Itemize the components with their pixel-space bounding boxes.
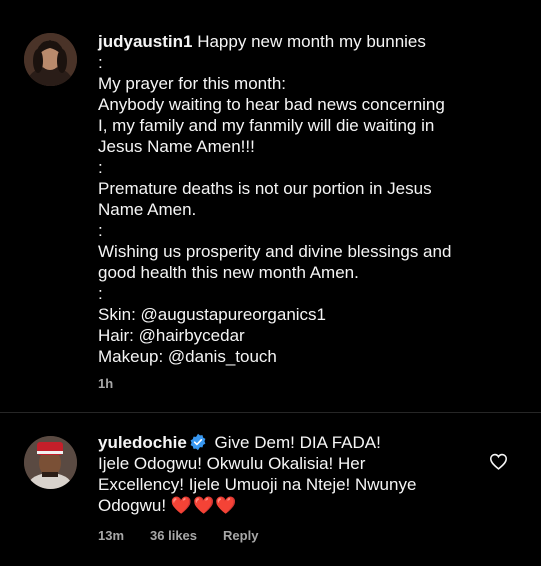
profile-photo-icon [24,33,77,86]
post-timestamp[interactable]: 1h [98,376,113,391]
post-caption: judyaustin1 Happy new month my bunnies :… [98,31,518,367]
caption-line: Premature deaths is not our portion in J… [98,179,432,198]
caption-text: Happy new month my bunnies [197,32,426,51]
comment-body: yuledochie Give Dem! DIA FADA! Ijele Odo… [98,432,488,516]
comment-meta: 13m 36 likes Reply [98,528,284,543]
caption-line: Wishing us prosperity and divine blessin… [98,242,452,261]
heart-outline-icon[interactable] [489,453,508,470]
comment-last-line: Odogwu! ❤️❤️❤️ [98,495,488,516]
post-caption-section: judyaustin1 Happy new month my bunnies :… [0,0,541,412]
comment-likes-count[interactable]: 36 likes [150,528,197,543]
comment-username[interactable]: yuledochie [98,433,187,452]
avatar[interactable] [24,33,77,86]
caption-line: : [98,221,103,240]
caption-line: My prayer for this month: [98,74,287,93]
caption-line: I, my family and my fanmily will die wai… [98,116,435,135]
caption-line: Jesus Name Amen!!! [98,137,255,156]
caption-first-line: judyaustin1 Happy new month my bunnies [98,31,518,52]
caption-line: Name Amen. [98,200,197,219]
comment-first-line: yuledochie Give Dem! DIA FADA! [98,432,488,453]
comment-line: Ijele Odogwu! Okwulu Okalisia! Her [98,454,366,473]
caption-line: : [98,53,103,72]
comment-line: Excellency! Ijele Umuoji na Nteje! Nwuny… [98,475,417,494]
profile-photo-icon [24,436,77,489]
caption-line: : [98,284,103,303]
post-username[interactable]: judyaustin1 [98,32,192,51]
comment-line: Odogwu! [98,496,167,515]
heart-emoji-icons: ❤️❤️❤️ [170,496,238,515]
caption-tag-hair[interactable]: Hair: @hairbycedar [98,325,518,346]
reply-button[interactable]: Reply [223,528,258,543]
caption-line: Anybody waiting to hear bad news concern… [98,95,445,114]
caption-line: : [98,158,103,177]
caption-line: good health this new month Amen. [98,263,359,282]
caption-tag-makeup[interactable]: Makeup: @danis_touch [98,346,518,367]
verified-badge-icon [190,433,206,451]
comment-timestamp[interactable]: 13m [98,528,124,543]
comment-text: Give Dem! DIA FADA! [214,433,381,452]
comment-avatar[interactable] [24,436,77,489]
divider [0,412,541,413]
caption-tag-skin[interactable]: Skin: @augustapureorganics1 [98,304,518,325]
